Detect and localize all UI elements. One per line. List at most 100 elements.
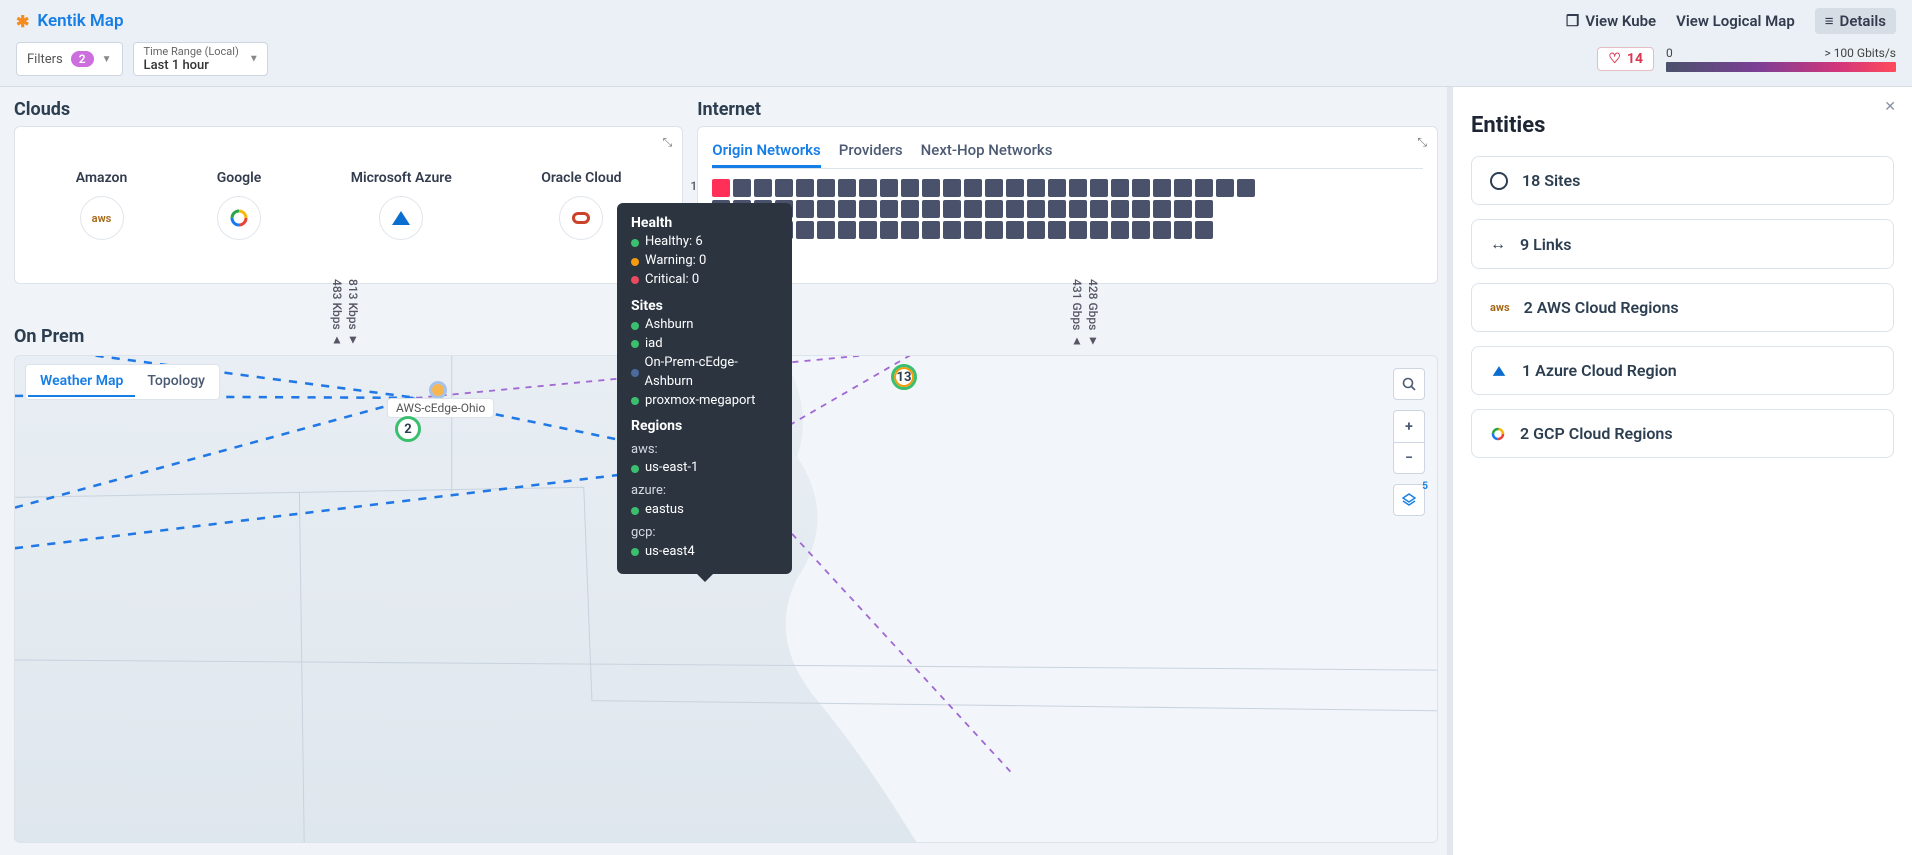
- heatmap-cell[interactable]: [1006, 179, 1024, 197]
- heatmap-cell[interactable]: [1237, 179, 1255, 197]
- filters-dropdown[interactable]: Filters 2 ▼: [16, 42, 123, 76]
- heatmap-cell[interactable]: [1069, 179, 1087, 197]
- heatmap-cell[interactable]: [817, 200, 835, 218]
- heatmap-cell[interactable]: [1111, 221, 1129, 239]
- heatmap-cell[interactable]: [1132, 179, 1150, 197]
- heatmap-cell[interactable]: [1132, 221, 1150, 239]
- tab-providers[interactable]: Providers: [839, 135, 903, 168]
- heatmap-cell[interactable]: [754, 179, 772, 197]
- heatmap-cell[interactable]: [1069, 221, 1087, 239]
- view-kube-link[interactable]: ❒ View Kube: [1566, 12, 1656, 30]
- heatmap-cell[interactable]: [1090, 179, 1108, 197]
- entity-sites[interactable]: 18 Sites: [1471, 156, 1894, 205]
- heatmap-cell[interactable]: [901, 179, 919, 197]
- heatmap-cell[interactable]: [838, 179, 856, 197]
- zoom-out-button[interactable]: −: [1393, 442, 1425, 474]
- heatmap-cell[interactable]: [859, 221, 877, 239]
- heatmap-cell[interactable]: [1006, 200, 1024, 218]
- heatmap-cell[interactable]: [1174, 221, 1192, 239]
- cloud-google[interactable]: Google: [217, 170, 262, 240]
- heatmap-cell[interactable]: [1027, 179, 1045, 197]
- heatmap-cell[interactable]: [922, 221, 940, 239]
- heatmap-cell[interactable]: [859, 200, 877, 218]
- cloud-oracle[interactable]: Oracle Cloud: [541, 170, 621, 240]
- cloud-azure[interactable]: Microsoft Azure: [351, 170, 452, 240]
- heatmap-cell[interactable]: [985, 200, 1003, 218]
- heatmap-cell[interactable]: [1048, 179, 1066, 197]
- collapse-icon[interactable]: ⤡: [1417, 135, 1427, 150]
- heatmap-cell[interactable]: [943, 200, 961, 218]
- heatmap-cell[interactable]: [1111, 200, 1129, 218]
- heatmap-cell[interactable]: [733, 179, 751, 197]
- heatmap-cell[interactable]: [943, 221, 961, 239]
- zoom-in-button[interactable]: +: [1393, 410, 1425, 442]
- entity-azure-regions[interactable]: 1 Azure Cloud Region: [1471, 346, 1894, 395]
- heatmap-cell[interactable]: [901, 221, 919, 239]
- collapse-icon[interactable]: ⤡: [663, 135, 673, 150]
- heatmap-cell[interactable]: [1006, 221, 1024, 239]
- origin-networks-heatmap[interactable]: [712, 179, 1423, 239]
- toolbar: Filters 2 ▼ Time Range (Local) Last 1 ho…: [0, 38, 1912, 87]
- heatmap-cell[interactable]: [1090, 200, 1108, 218]
- heatmap-cell[interactable]: [964, 179, 982, 197]
- heatmap-cell[interactable]: [1195, 179, 1213, 197]
- heatmap-cell[interactable]: [1027, 200, 1045, 218]
- map-layers-button[interactable]: 5: [1393, 484, 1425, 516]
- heatmap-cell[interactable]: [880, 221, 898, 239]
- heatmap-cell[interactable]: [1069, 200, 1087, 218]
- heatmap-cell[interactable]: [922, 179, 940, 197]
- heatmap-cell[interactable]: [817, 179, 835, 197]
- aws-edge-node[interactable]: [429, 381, 447, 399]
- heatmap-cell[interactable]: [985, 179, 1003, 197]
- heatmap-cell[interactable]: [796, 200, 814, 218]
- heatmap-cell[interactable]: [880, 200, 898, 218]
- heatmap-cell[interactable]: [817, 221, 835, 239]
- heatmap-cell[interactable]: [922, 200, 940, 218]
- heatmap-cell[interactable]: [985, 221, 1003, 239]
- map-cluster-c[interactable]: 13: [891, 364, 917, 390]
- azure-icon: [1493, 366, 1506, 376]
- heatmap-cell[interactable]: [1027, 221, 1045, 239]
- entity-gcp-regions[interactable]: 2 GCP Cloud Regions: [1471, 409, 1894, 458]
- view-logical-link[interactable]: View Logical Map: [1676, 12, 1795, 30]
- heatmap-cell[interactable]: [1174, 200, 1192, 218]
- map-cluster-a[interactable]: 2: [395, 416, 421, 442]
- close-sidebar-button[interactable]: ✕: [1884, 99, 1896, 115]
- heatmap-cell[interactable]: [1132, 200, 1150, 218]
- heatmap-cell[interactable]: [1153, 179, 1171, 197]
- time-range-dropdown[interactable]: Time Range (Local) Last 1 hour ▼: [133, 42, 268, 76]
- heatmap-cell[interactable]: [964, 200, 982, 218]
- heatmap-cell[interactable]: [1048, 200, 1066, 218]
- tab-weather-map[interactable]: Weather Map: [28, 367, 135, 397]
- resize-handle[interactable]: [1447, 87, 1453, 855]
- heatmap-cell[interactable]: [1111, 179, 1129, 197]
- heatmap-cell[interactable]: [943, 179, 961, 197]
- heatmap-cell[interactable]: [1153, 200, 1171, 218]
- map-search-button[interactable]: [1393, 368, 1425, 400]
- heatmap-cell[interactable]: [1195, 221, 1213, 239]
- heatmap-cell[interactable]: [880, 179, 898, 197]
- tab-next-hop[interactable]: Next-Hop Networks: [921, 135, 1053, 168]
- entity-links[interactable]: 9 Links: [1471, 219, 1894, 269]
- heatmap-cell[interactable]: [775, 179, 793, 197]
- heatmap-cell[interactable]: [1090, 221, 1108, 239]
- heatmap-cell[interactable]: [1216, 179, 1234, 197]
- cloud-amazon[interactable]: Amazon aws: [76, 170, 128, 240]
- heatmap-cell[interactable]: [1048, 221, 1066, 239]
- tab-topology[interactable]: Topology: [135, 367, 217, 397]
- heatmap-cell[interactable]: [796, 221, 814, 239]
- alerts-button[interactable]: ♡ 14: [1597, 47, 1654, 71]
- heatmap-cell[interactable]: [712, 179, 730, 197]
- details-button[interactable]: ≡ Details: [1815, 8, 1896, 34]
- heatmap-cell[interactable]: [796, 179, 814, 197]
- heatmap-cell[interactable]: [1195, 200, 1213, 218]
- heatmap-cell[interactable]: [901, 200, 919, 218]
- heatmap-cell[interactable]: [859, 179, 877, 197]
- heatmap-cell[interactable]: [838, 200, 856, 218]
- heatmap-cell[interactable]: [1153, 221, 1171, 239]
- tab-origin-networks[interactable]: Origin Networks: [712, 135, 821, 168]
- heatmap-cell[interactable]: [838, 221, 856, 239]
- heatmap-cell[interactable]: [964, 221, 982, 239]
- heatmap-cell[interactable]: [1174, 179, 1192, 197]
- entity-aws-regions[interactable]: aws 2 AWS Cloud Regions: [1471, 283, 1894, 332]
